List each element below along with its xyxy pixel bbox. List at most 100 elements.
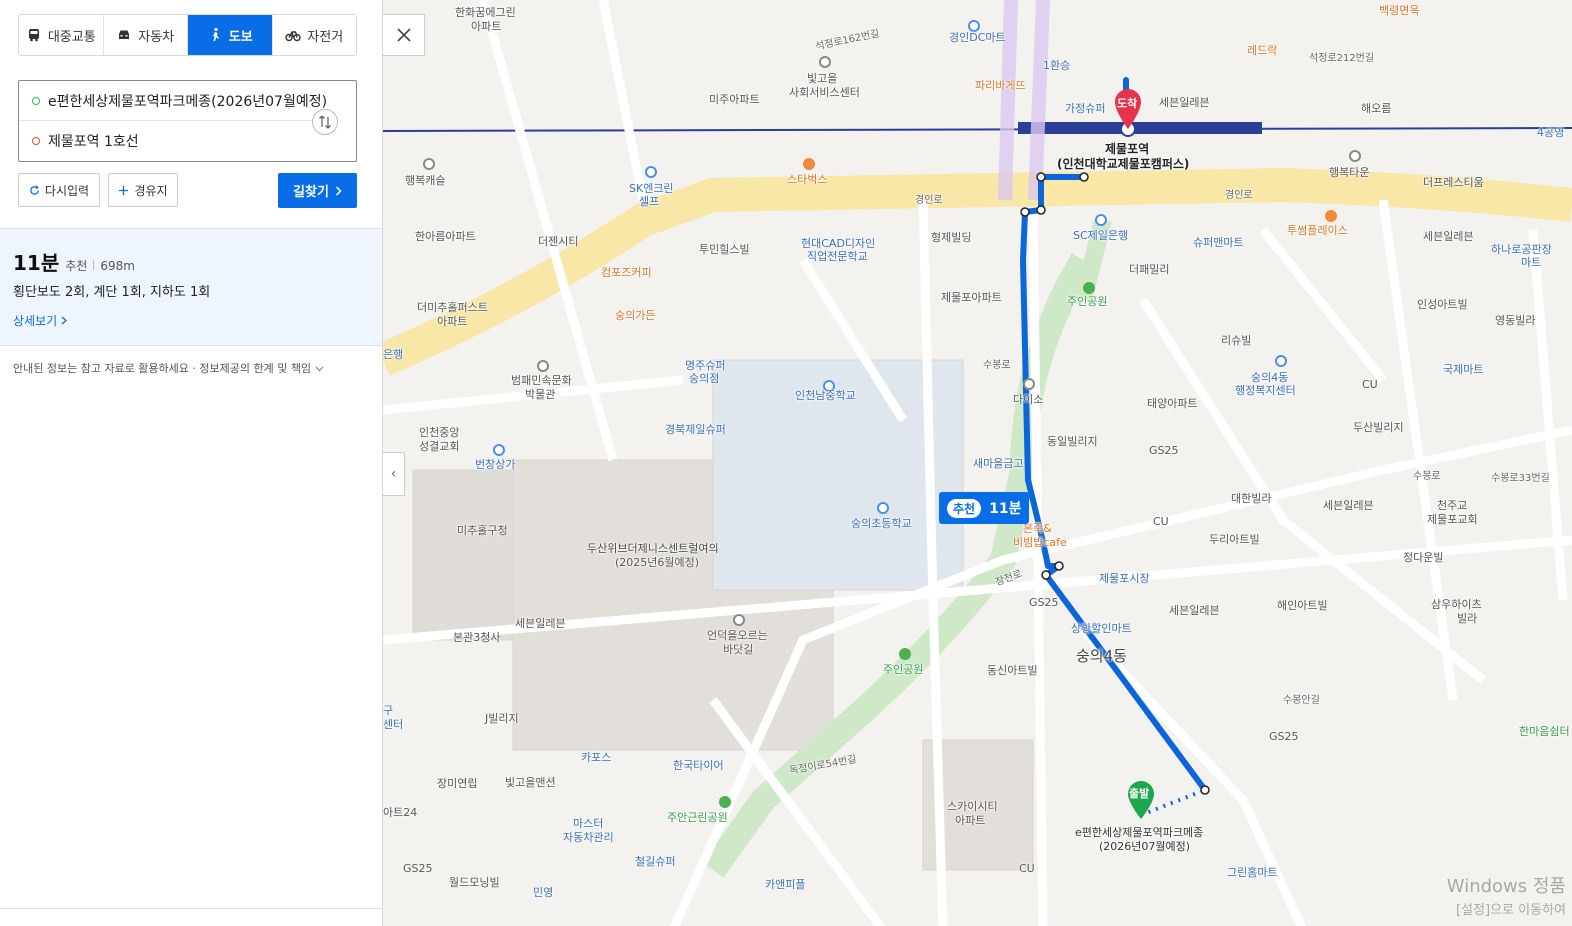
add-waypoint-button[interactable]: 경유지 bbox=[108, 173, 178, 207]
map-label: CU bbox=[1153, 515, 1169, 528]
map-label: 영동빌라 bbox=[1495, 314, 1536, 327]
road-label: 경인로 bbox=[915, 195, 943, 206]
map-label: 정다운빌 bbox=[1403, 551, 1444, 564]
map-label: 센터 bbox=[383, 718, 404, 731]
poi-marker[interactable] bbox=[1023, 378, 1035, 390]
chevron-right-icon bbox=[61, 316, 67, 325]
poi-marker[interactable] bbox=[733, 614, 745, 626]
map-label: 숭의초등학교 bbox=[851, 517, 912, 530]
find-route-label: 길찾기 bbox=[293, 185, 329, 200]
map-label: 해오름 bbox=[1361, 102, 1392, 115]
swap-button[interactable] bbox=[312, 109, 338, 135]
map-label: 언덕을오르는 bbox=[707, 629, 768, 642]
map-label: 한화꿈에그린 bbox=[455, 6, 516, 19]
station-sub-label: (인천대학교제물포캠퍼스) bbox=[1057, 157, 1190, 171]
tab-car[interactable]: 자동차 bbox=[104, 15, 188, 55]
poi-marker[interactable] bbox=[1349, 150, 1361, 162]
map-label: 투민힐스빌 bbox=[699, 243, 750, 256]
map-label: 빌라 bbox=[1457, 612, 1478, 625]
reset-input-button[interactable]: 다시입력 bbox=[18, 173, 100, 207]
map-label: 한국타이어 bbox=[673, 759, 724, 772]
tab-public-transit[interactable]: 대중교통 bbox=[19, 15, 104, 55]
map-label: 비빔밥cafe bbox=[1013, 536, 1067, 549]
end-value: 제물포역 1호선 bbox=[48, 134, 139, 150]
road-label: 수봉로33번길 bbox=[1491, 473, 1550, 484]
map-label: 컴포즈커피 bbox=[601, 266, 652, 279]
poi-marker[interactable] bbox=[899, 648, 911, 660]
poi-marker[interactable] bbox=[423, 158, 435, 170]
result-time: 11분 bbox=[13, 251, 60, 275]
map-label: 사회서비스센터 bbox=[789, 86, 860, 99]
map-label: 셀프 bbox=[639, 195, 660, 208]
map-label: 상황할인마트 bbox=[1071, 622, 1132, 635]
map-label: 빛고을맨션 bbox=[505, 776, 556, 789]
map-label: 명주슈퍼 bbox=[685, 359, 726, 372]
route-time-badge[interactable]: 추천 11분 bbox=[939, 492, 1030, 524]
route-badge-time: 11분 bbox=[989, 501, 1022, 517]
map-label: 아트24 bbox=[383, 806, 418, 819]
find-route-button[interactable]: 길찾기 bbox=[278, 173, 357, 208]
add-waypoint-label: 경유지 bbox=[134, 183, 168, 198]
close-button[interactable] bbox=[383, 14, 425, 56]
poi-marker[interactable] bbox=[1095, 214, 1107, 226]
map-label: 범패민속문화 bbox=[511, 374, 572, 387]
result-distance: 698m bbox=[100, 259, 135, 273]
map-label: 형제빌딩 bbox=[931, 231, 972, 244]
map-label: 한아름아파트 bbox=[415, 230, 476, 243]
map-label: 행정복지센터 bbox=[1235, 384, 1296, 397]
road-label: 수봉로 bbox=[983, 360, 1011, 371]
info-notice[interactable]: 안내된 정보는 참고 자료로 활용하세요 · 정보제공의 한계 및 책임 bbox=[13, 360, 324, 376]
map-view[interactable]: 한화꿈에그린 아파트 경인DC마트 빛고을 사회서비스센터 미주아파트 1환승 … bbox=[383, 0, 1572, 926]
detail-link[interactable]: 상세보기 bbox=[13, 312, 67, 329]
map-label: 대한빌라 bbox=[1231, 492, 1272, 505]
map-label: 더프레스티움 bbox=[1423, 176, 1484, 189]
map-label: 제물포아파트 bbox=[941, 291, 1002, 304]
poi-marker[interactable] bbox=[537, 360, 549, 372]
origin-pin[interactable] bbox=[1126, 780, 1156, 820]
poi-marker[interactable] bbox=[1275, 355, 1287, 367]
close-icon bbox=[396, 28, 411, 42]
map-label: 백령면옥 bbox=[1379, 4, 1420, 17]
bus-icon bbox=[28, 29, 39, 42]
car-icon bbox=[119, 30, 130, 39]
collapse-panel-button[interactable]: ‹ bbox=[383, 452, 405, 496]
poi-marker[interactable] bbox=[1083, 282, 1095, 294]
map-label: GS25 bbox=[1029, 596, 1059, 609]
swap-icon bbox=[319, 115, 331, 129]
station-name-label: 제물포역 bbox=[1105, 142, 1150, 156]
poi-marker[interactable] bbox=[645, 166, 657, 178]
map-label: 숭의가든 bbox=[615, 309, 656, 322]
map-label: 경북제일슈퍼 bbox=[665, 423, 726, 436]
map-label: 4공영 bbox=[1537, 126, 1565, 139]
road-label: 석정로212번길 bbox=[1309, 53, 1375, 64]
poi-marker[interactable] bbox=[493, 444, 505, 456]
origin-place-sub-label: (2026년07월예정) bbox=[1099, 840, 1191, 853]
map-label: 마트 bbox=[1521, 256, 1542, 269]
poi-marker[interactable] bbox=[719, 796, 731, 808]
map-label: 더패밀리 bbox=[1129, 263, 1170, 276]
poi-marker[interactable] bbox=[1325, 210, 1337, 222]
map-label: 세븐일레븐 bbox=[1159, 96, 1210, 109]
tab-walk[interactable]: 도보 bbox=[188, 15, 273, 55]
map-label: 동신아트빌 bbox=[987, 664, 1038, 677]
map-label: 민영 bbox=[533, 886, 554, 899]
end-field[interactable]: 제물포역 1호선 bbox=[19, 121, 319, 161]
map-label: GS25 bbox=[1269, 730, 1299, 743]
start-field[interactable]: e편한세상제물포역파크메종(2026년07월예정) bbox=[19, 81, 330, 121]
poi-marker[interactable] bbox=[803, 158, 815, 170]
poi-marker[interactable] bbox=[819, 56, 831, 68]
route-result-card[interactable]: 11분 추천 698m 횡단보도 2회, 계단 1회, 지하도 1회 상세보기 bbox=[0, 228, 382, 346]
map-label: 두산위브더제니스센트럴여의 bbox=[587, 542, 719, 555]
map-label: 파리바게뜨 bbox=[975, 79, 1026, 92]
map-label: 마스터 bbox=[573, 817, 604, 830]
map-label: 동일빌리지 bbox=[1047, 435, 1098, 448]
map-label: 구 bbox=[383, 704, 394, 717]
result-divider bbox=[93, 260, 95, 270]
poi-marker[interactable] bbox=[877, 502, 889, 514]
map-label: SK엔크린 bbox=[629, 182, 674, 195]
tab-bike[interactable]: 자전거 bbox=[273, 15, 357, 55]
map-label: 그린홈마트 bbox=[1227, 866, 1278, 879]
map-label: GS25 bbox=[1149, 444, 1179, 457]
result-description: 횡단보도 2회, 계단 1회, 지하도 1회 bbox=[13, 285, 211, 300]
map-label: 더미추홀퍼스트 bbox=[417, 301, 488, 314]
